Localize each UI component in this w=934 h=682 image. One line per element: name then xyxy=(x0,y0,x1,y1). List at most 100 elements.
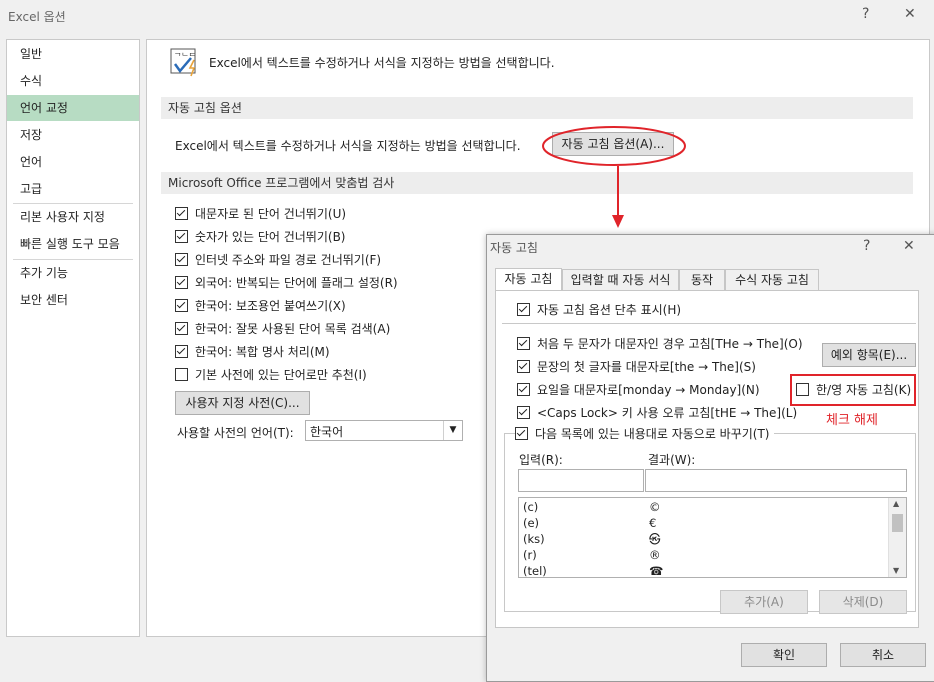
nav-item-customize-ribbon[interactable]: 리본 사용자 지정 xyxy=(7,204,139,230)
scroll-down-icon[interactable]: ▼ xyxy=(893,566,899,575)
help-icon[interactable]: ? xyxy=(862,6,869,22)
tab-autocorrect[interactable]: 자동 고침 xyxy=(495,268,562,291)
list-item-result: ® xyxy=(649,548,661,562)
tab-math-autocorrect[interactable]: 수식 자동 고침 xyxy=(725,269,819,290)
scroll-up-icon[interactable]: ▲ xyxy=(893,499,899,508)
nav-item-language[interactable]: 언어 xyxy=(7,149,139,175)
hanyoung-highlight-box: 한/영 자동 고침(K) xyxy=(790,374,916,406)
checkbox-checked-icon[interactable] xyxy=(515,427,528,440)
option-label: 한국어: 잘못 사용된 단어 목록 검색(A) xyxy=(195,322,391,336)
replace-input-field[interactable] xyxy=(518,469,644,492)
exceptions-button[interactable]: 예외 항목(E)... xyxy=(822,343,916,367)
list-item[interactable]: (tel) ☎ xyxy=(519,563,887,578)
option-label: 처음 두 문자가 대문자인 경우 고침[THe → The](O) xyxy=(537,337,803,351)
checkbox-checked-icon[interactable] xyxy=(517,406,530,419)
show-buttons-option[interactable]: 자동 고침 옵션 단추 표시(H) xyxy=(517,300,681,320)
dialog-help-icon[interactable]: ? xyxy=(863,238,870,254)
list-item-input: (e) xyxy=(523,516,540,530)
checkbox-unchecked-icon[interactable] xyxy=(175,368,188,381)
option-label: 한국어: 복합 명사 처리(M) xyxy=(195,345,330,359)
autocorrect-option[interactable]: 처음 두 문자가 대문자인 경우 고침[THe → The](O) xyxy=(517,334,803,354)
autocorrect-description: Excel에서 텍스트를 수정하거나 서식을 지정하는 방법을 선택합니다. xyxy=(175,139,521,153)
spelling-option[interactable]: 기본 사전에 있는 단어로만 추천(I) xyxy=(175,365,367,385)
option-label: 외국어: 반복되는 단어에 플래그 설정(R) xyxy=(195,276,398,290)
nav-item-add-ins[interactable]: 추가 기능 xyxy=(7,260,139,286)
spelling-option[interactable]: 한국어: 잘못 사용된 단어 목록 검색(A) xyxy=(175,319,390,339)
hanyoung-option[interactable]: 한/영 자동 고침(K) xyxy=(796,380,911,400)
list-item-input: (ks) xyxy=(523,532,545,546)
list-item[interactable]: (c) © xyxy=(519,499,887,515)
checkbox-checked-icon[interactable] xyxy=(517,303,530,316)
list-item-result: ☎ xyxy=(649,564,664,578)
nav-item-save[interactable]: 저장 xyxy=(7,122,139,148)
option-label: 다음 목록에 있는 내용대로 자동으로 바꾸기(T) xyxy=(535,427,770,441)
dictionary-language-value: 한국어 xyxy=(310,425,344,439)
checkbox-checked-icon[interactable] xyxy=(175,230,188,243)
divider xyxy=(502,323,916,324)
list-item-result: © xyxy=(649,500,661,514)
ok-button[interactable]: 확인 xyxy=(741,643,827,667)
checkbox-checked-icon[interactable] xyxy=(175,207,188,220)
custom-dictionaries-button[interactable]: 사용자 지정 사전(C)... xyxy=(175,391,310,415)
scrollbar-thumb[interactable] xyxy=(892,514,903,532)
option-label: 한국어: 보조용언 붙여쓰기(X) xyxy=(195,299,346,313)
nav-item-general[interactable]: 일반 xyxy=(7,41,139,67)
spelling-option[interactable]: 인터넷 주소와 파일 경로 건너뛰기(F) xyxy=(175,250,381,270)
checkbox-checked-icon[interactable] xyxy=(175,253,188,266)
list-item[interactable]: (r) ® xyxy=(519,547,887,563)
dialog-title: 자동 고침 xyxy=(490,241,538,255)
svg-text:ᄀᄂᄃ: ᄀᄂᄃ xyxy=(174,52,196,61)
autocorrect-option[interactable]: 요일을 대문자로[monday → Monday](N) xyxy=(517,380,760,400)
nav-item-proofing[interactable]: 언어 교정 xyxy=(7,95,139,121)
nav-item-advanced[interactable]: 고급 xyxy=(7,176,139,202)
section-title-autocorrect: 자동 고침 옵션 xyxy=(161,97,913,119)
dictionary-language-select[interactable]: 한국어 ▼ xyxy=(305,420,463,441)
dialog-close-icon[interactable]: ✕ xyxy=(903,238,915,254)
proofing-abc-check-icon: ᄀᄂᄃ xyxy=(169,46,201,78)
replace-input-label: 입력(R): xyxy=(519,453,563,467)
chevron-down-icon[interactable]: ▼ xyxy=(443,421,462,440)
option-label: 숫자가 있는 단어 건너뛰기(B) xyxy=(195,230,346,244)
checkbox-checked-icon[interactable] xyxy=(517,337,530,350)
list-item-input: (tel) xyxy=(523,564,547,578)
spelling-option[interactable]: 숫자가 있는 단어 건너뛰기(B) xyxy=(175,227,345,247)
option-label: 자동 고침 옵션 단추 표시(H) xyxy=(537,303,682,317)
option-label: 요일을 대문자로[monday → Monday](N) xyxy=(537,383,760,397)
options-sidebar: 일반 수식 언어 교정 저장 언어 고급 리본 사용자 지정 빠른 실행 도구 … xyxy=(6,39,140,637)
checkbox-checked-icon[interactable] xyxy=(175,345,188,358)
replace-result-label: 결과(W): xyxy=(648,453,696,467)
option-label: 인터넷 주소와 파일 경로 건너뛰기(F) xyxy=(195,253,382,267)
list-scrollbar[interactable]: ▲ ▼ xyxy=(888,498,906,577)
checkbox-checked-icon[interactable] xyxy=(175,322,188,335)
autocorrect-option[interactable]: <Caps Lock> 키 사용 오류 고침[tHE → The](L) xyxy=(517,403,797,423)
list-item[interactable]: (ks) ㉿ xyxy=(519,531,887,547)
tab-actions[interactable]: 동작 xyxy=(679,269,725,290)
list-item-input: (c) xyxy=(523,500,539,514)
checkbox-checked-icon[interactable] xyxy=(517,360,530,373)
checkbox-unchecked-icon[interactable] xyxy=(796,383,809,396)
delete-entry-button[interactable]: 삭제(D) xyxy=(819,590,907,614)
checkbox-checked-icon[interactable] xyxy=(517,383,530,396)
replacement-list[interactable]: (c) © (e) € (ks) ㉿ (r) ® (tel) ☎ ▲ ▼ xyxy=(518,497,907,578)
add-entry-button[interactable]: 추가(A) xyxy=(720,590,808,614)
replace-result-field[interactable] xyxy=(645,469,907,492)
checkbox-checked-icon[interactable] xyxy=(175,299,188,312)
close-icon[interactable]: ✕ xyxy=(904,6,916,22)
nav-item-quick-access[interactable]: 빠른 실행 도구 모음 xyxy=(7,231,139,257)
checkbox-checked-icon[interactable] xyxy=(175,276,188,289)
cancel-button[interactable]: 취소 xyxy=(840,643,926,667)
option-label: 대문자로 된 단어 건너뛰기(U) xyxy=(195,207,347,221)
replace-as-you-type-option[interactable]: 다음 목록에 있는 내용대로 자동으로 바꾸기(T) xyxy=(515,424,774,444)
spelling-option[interactable]: 한국어: 보조용언 붙여쓰기(X) xyxy=(175,296,346,316)
annotation-ellipse xyxy=(542,126,686,166)
option-label: 문장의 첫 글자를 대문자로[the → The](S) xyxy=(537,360,756,374)
tab-autoformat-as-you-type[interactable]: 입력할 때 자동 서식 xyxy=(562,269,679,290)
spelling-option[interactable]: 대문자로 된 단어 건너뛰기(U) xyxy=(175,204,346,224)
list-item-input: (r) xyxy=(523,548,537,562)
spelling-option[interactable]: 한국어: 복합 명사 처리(M) xyxy=(175,342,330,362)
list-item[interactable]: (e) € xyxy=(519,515,887,531)
spelling-option[interactable]: 외국어: 반복되는 단어에 플래그 설정(R) xyxy=(175,273,398,293)
nav-item-formulas[interactable]: 수식 xyxy=(7,68,139,94)
nav-item-trust-center[interactable]: 보안 센터 xyxy=(7,287,139,313)
autocorrect-option[interactable]: 문장의 첫 글자를 대문자로[the → The](S) xyxy=(517,357,756,377)
